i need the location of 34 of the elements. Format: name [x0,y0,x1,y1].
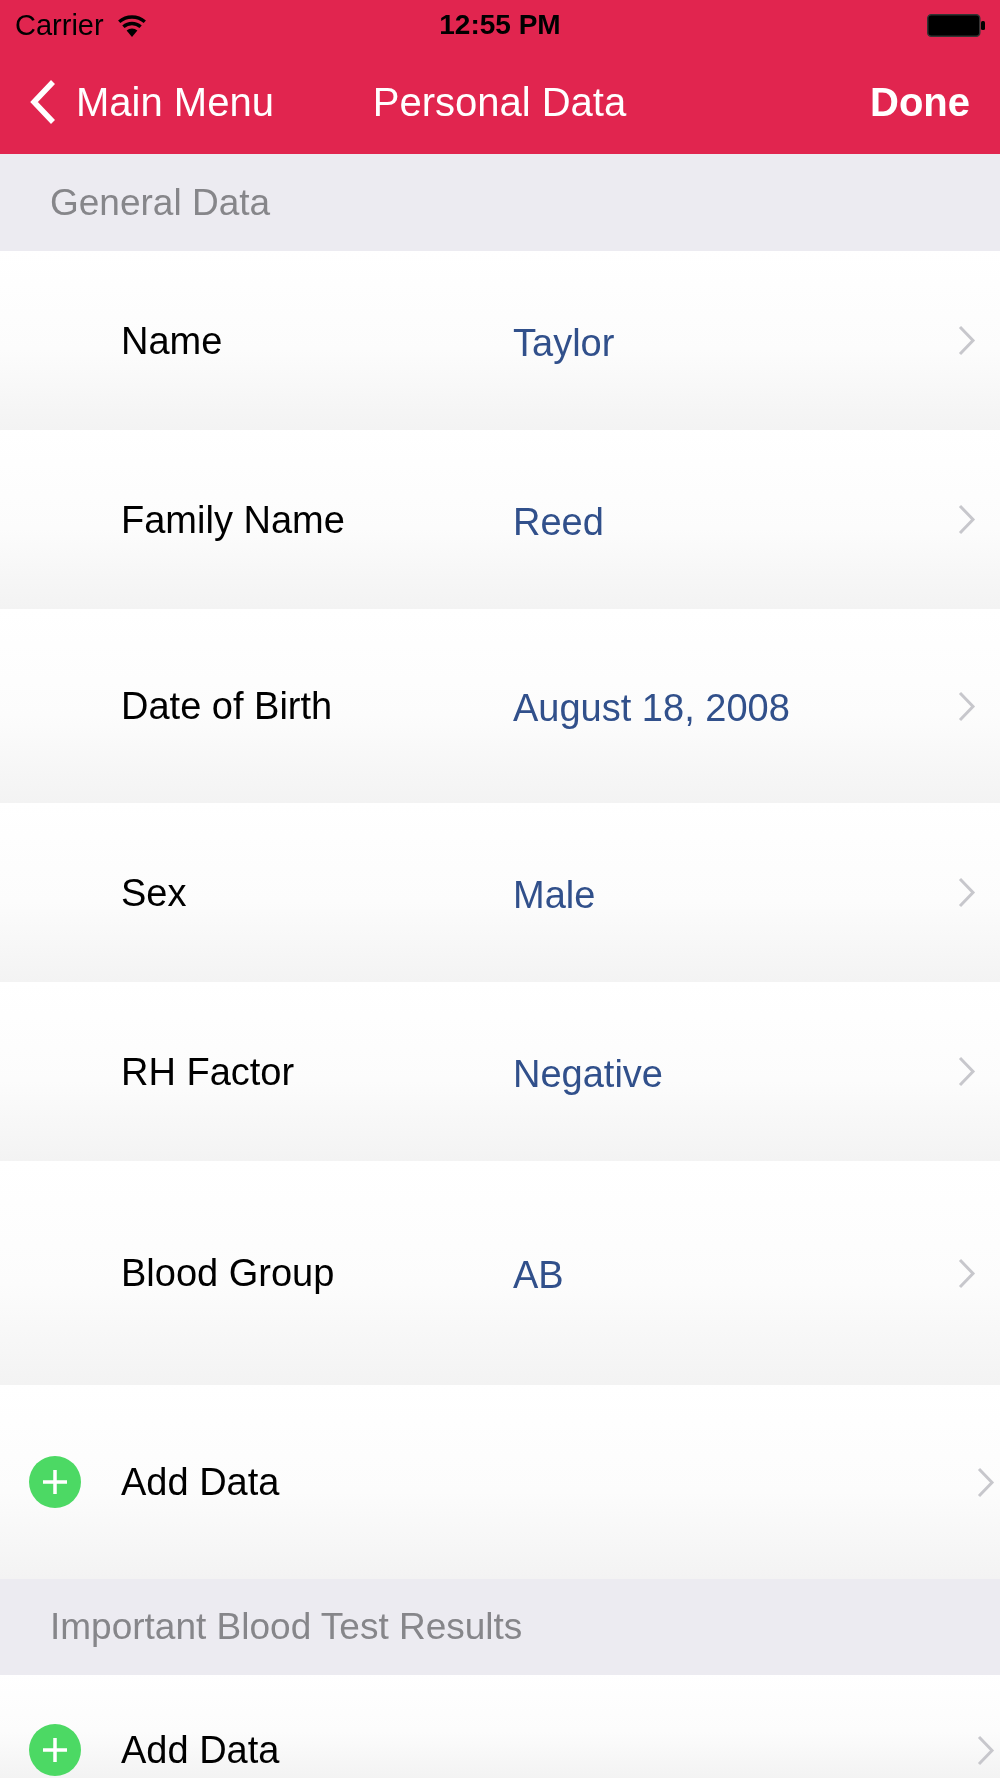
row-value: August 18, 2008 [513,686,791,731]
wifi-icon [116,13,147,37]
chevron-right-icon [957,504,976,535]
section-title: Important Blood Test Results [50,1605,523,1649]
chevron-right-icon [957,1056,976,1087]
row-value: AB [513,1253,565,1298]
chevron-right-icon [976,1466,995,1498]
status-time: 12:55 PM [439,8,561,42]
row-label: Sex [121,870,188,916]
battery-icon [927,13,985,37]
row-value: Male [513,872,597,918]
carrier-label: Carrier [15,8,104,42]
chevron-right-icon [957,1257,976,1289]
chevron-right-icon [976,1734,995,1766]
chevron-right-icon [957,325,976,356]
row-label: Date of Birth [121,684,334,729]
row-label: Add Data [121,1460,281,1505]
row-label: Add Data [121,1728,281,1773]
row-value: Taylor [513,320,616,366]
row-value: Reed [513,499,605,545]
plus-circle-icon [29,1724,81,1776]
done-button[interactable]: Done [870,78,970,126]
row-label: Blood Group [121,1251,336,1296]
chevron-right-icon [957,877,976,908]
row-label: Family Name [121,497,346,543]
chevron-right-icon [957,690,976,722]
row-label: Name [121,318,224,364]
nav-title: Personal Data [372,79,627,126]
section-title: General Data [50,180,271,225]
plus-circle-icon [29,1456,81,1508]
chevron-left-icon [29,79,57,125]
row-label: RH Factor [121,1049,296,1095]
back-button[interactable]: Main Menu [29,78,274,126]
row-value: Negative [513,1051,664,1097]
